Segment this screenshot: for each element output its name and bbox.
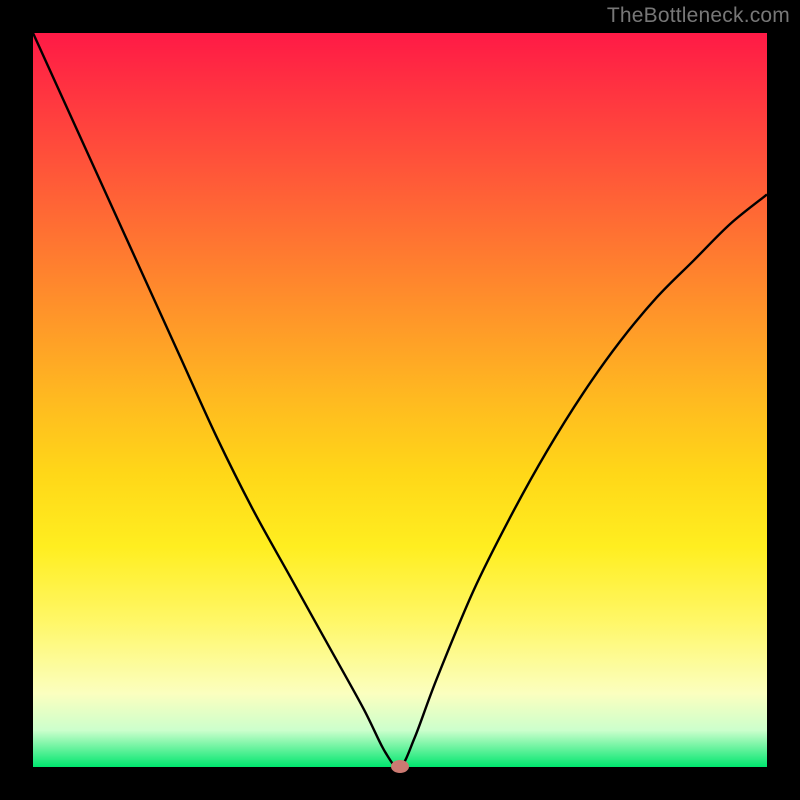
plot-area — [33, 33, 767, 767]
chart-frame: TheBottleneck.com — [0, 0, 800, 800]
optimal-point-marker — [391, 760, 409, 773]
attribution-label: TheBottleneck.com — [607, 4, 790, 28]
bottleneck-curve — [33, 33, 767, 767]
